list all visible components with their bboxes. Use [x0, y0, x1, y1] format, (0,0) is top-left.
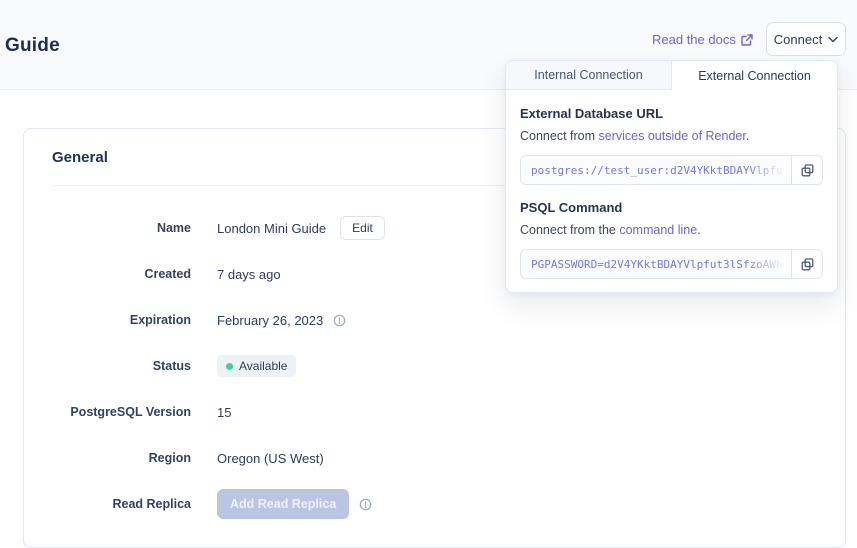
read-replica-info-icon[interactable]	[359, 498, 372, 511]
services-outside-render-link[interactable]: services outside of Render	[599, 129, 746, 143]
psql-command-desc: Connect from the command line.	[520, 223, 823, 237]
connect-popover: Internal Connection External Connection …	[505, 60, 838, 293]
row-expiration: Expiration February 26, 2023	[52, 297, 817, 343]
database-name-value: London Mini Guide	[217, 221, 326, 236]
copy-psql-command-button[interactable]	[791, 250, 822, 278]
desc-text: .	[746, 129, 749, 143]
copy-database-url-button[interactable]	[791, 156, 822, 184]
row-status: Status Available	[52, 343, 817, 389]
command-line-link[interactable]: command line	[619, 223, 697, 237]
copy-icon	[801, 164, 814, 177]
connect-button-label: Connect	[774, 32, 822, 47]
read-the-docs-label: Read the docs	[652, 32, 736, 47]
region-value: Oregon (US West)	[217, 451, 324, 466]
desc-text: Connect from	[520, 129, 599, 143]
row-read-replica-label: Read Replica	[52, 497, 191, 511]
psql-command-field[interactable]: PGPASSWORD=d2V4YKktBDAYVlpfut3lSfzoAWhwb…	[521, 250, 791, 278]
add-read-replica-button[interactable]: Add Read Replica	[217, 489, 349, 519]
row-region: Region Oregon (US West)	[52, 435, 817, 481]
expiration-value: February 26, 2023	[217, 313, 323, 328]
row-read-replica: Read Replica Add Read Replica	[52, 481, 817, 527]
created-value: 7 days ago	[217, 267, 281, 282]
desc-text: .	[697, 223, 700, 237]
row-name-label: Name	[52, 221, 191, 235]
read-the-docs-link[interactable]: Read the docs	[652, 32, 753, 47]
row-status-label: Status	[52, 359, 191, 373]
connect-button[interactable]: Connect	[766, 22, 846, 56]
external-database-url-value: postgres://test_user:d2V4YKktBDAYVlpfut3…	[531, 164, 791, 177]
external-database-url-heading: External Database URL	[520, 106, 823, 121]
external-database-url-desc: Connect from services outside of Render.	[520, 129, 823, 143]
copy-icon	[801, 258, 814, 271]
desc-text: Connect from the	[520, 223, 619, 237]
external-link-icon	[741, 34, 753, 46]
expiration-info-icon[interactable]	[333, 314, 346, 327]
external-database-url-group: postgres://test_user:d2V4YKktBDAYVlpfut3…	[520, 155, 823, 185]
postgres-version-value: 15	[217, 405, 231, 420]
status-dot-icon	[226, 363, 233, 370]
psql-command-value: PGPASSWORD=d2V4YKktBDAYVlpfut3lSfzoAWhwb…	[531, 258, 791, 271]
external-database-url-field[interactable]: postgres://test_user:d2V4YKktBDAYVlpfut3…	[521, 156, 791, 184]
page-title: Guide	[5, 35, 60, 57]
row-region-label: Region	[52, 451, 191, 465]
edit-name-button[interactable]: Edit	[340, 216, 385, 240]
status-badge: Available	[217, 355, 296, 377]
row-expiration-label: Expiration	[52, 313, 191, 327]
row-postgres-version: PostgreSQL Version 15	[52, 389, 817, 435]
row-created-label: Created	[52, 267, 191, 281]
chevron-down-icon	[828, 36, 838, 43]
tab-external-connection[interactable]: External Connection	[672, 61, 837, 90]
psql-command-group: PGPASSWORD=d2V4YKktBDAYVlpfut3lSfzoAWhwb…	[520, 249, 823, 279]
row-postgres-version-label: PostgreSQL Version	[52, 405, 191, 419]
connection-tabs: Internal Connection External Connection	[506, 61, 837, 90]
status-badge-label: Available	[239, 359, 287, 373]
psql-command-heading: PSQL Command	[520, 200, 823, 215]
tab-internal-connection[interactable]: Internal Connection	[506, 61, 672, 90]
